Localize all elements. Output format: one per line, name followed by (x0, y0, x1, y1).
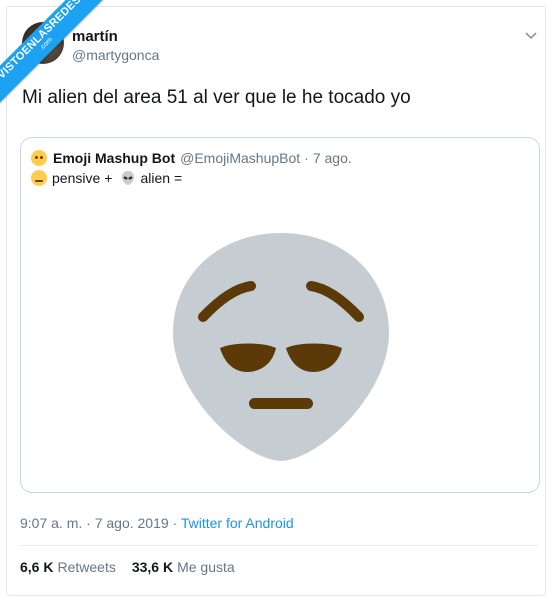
quoted-author-name[interactable]: Emoji Mashup Bot (53, 150, 175, 166)
watermark-text: VISTOENLASREDES (0, 0, 84, 82)
plus-sign: + (104, 170, 113, 186)
pensive-alien-mashup-image[interactable] (171, 230, 391, 462)
alien-emoji-icon (122, 171, 135, 185)
retweets-label[interactable]: Retweets (57, 559, 115, 575)
tweet-source-link[interactable]: Twitter for Android (181, 515, 294, 531)
quoted-word-2: alien (140, 170, 171, 186)
quoted-separator: · (304, 150, 309, 166)
tweet-metadata: 9:07 a. m. · 7 ago. 2019 · Twitter for A… (20, 515, 294, 531)
quoted-word-1: pensive (52, 170, 101, 186)
watermark: VISTOENLASREDES .com (0, 0, 110, 110)
likes-label[interactable]: Me gusta (177, 559, 235, 575)
quoted-author-handle[interactable]: @EmojiMashupBot (180, 150, 300, 166)
tweet-stats: 6,6 K Retweets 33,6 K Me gusta (20, 559, 235, 575)
pensive-emoji-icon (31, 170, 47, 186)
equals-sign: = (174, 170, 183, 186)
watermark-ribbon: VISTOENLASREDES .com (0, 0, 110, 110)
divider (20, 545, 538, 546)
chevron-down-icon[interactable] (524, 28, 538, 42)
likes-count[interactable]: 33,6 K (132, 559, 173, 575)
tweet-timestamp[interactable]: 9:07 a. m. · 7 ago. 2019 · (20, 515, 181, 531)
mouth (249, 398, 313, 409)
quoted-author-avatar[interactable] (31, 150, 47, 166)
quoted-date[interactable]: 7 ago. (313, 150, 352, 166)
quoted-tweet-header: Emoji Mashup Bot @EmojiMashupBot · 7 ago… (31, 148, 352, 168)
quoted-tweet[interactable]: Emoji Mashup Bot @EmojiMashupBot · 7 ago… (20, 137, 540, 493)
alien-head (173, 233, 389, 461)
retweets-count[interactable]: 6,6 K (20, 559, 53, 575)
quoted-text: pensive + alien = (31, 170, 186, 186)
